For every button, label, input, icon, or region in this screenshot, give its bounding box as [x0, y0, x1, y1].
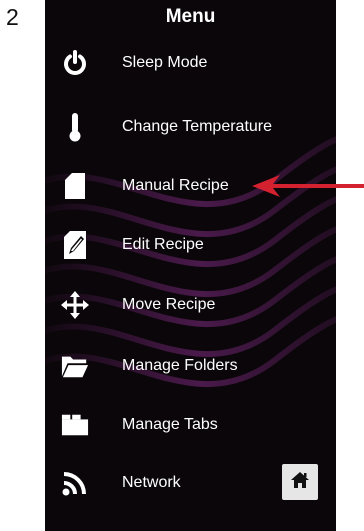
- menu-item-manage-folders[interactable]: Manage Folders: [45, 339, 336, 393]
- menu-item-sleep-mode[interactable]: Sleep Mode: [45, 36, 336, 90]
- home-icon: [290, 471, 310, 494]
- edit-document-icon: [61, 231, 89, 259]
- thermometer-icon: [61, 113, 89, 142]
- device-screen: Menu Sleep Mode Change Temperature Manua…: [45, 0, 336, 531]
- menu-item-label: Manual Recipe: [122, 177, 229, 194]
- folder-icon: [61, 352, 89, 380]
- wifi-signal-icon: [61, 469, 89, 497]
- move-arrows-icon: [61, 291, 89, 319]
- menu-title: Menu: [165, 6, 216, 27]
- menu-item-label: Sleep Mode: [122, 54, 208, 71]
- document-icon: [61, 172, 89, 200]
- power-icon: [61, 49, 89, 77]
- menu-item-label: Network: [122, 474, 181, 491]
- menu-item-label: Manage Folders: [122, 357, 238, 374]
- menu-item-label: Manage Tabs: [122, 416, 218, 433]
- callout-arrow: [252, 175, 364, 197]
- instruction-figure: 2 Menu Sleep Mode Change Temperature Man…: [0, 0, 364, 531]
- menu-item-label: Edit Recipe: [122, 236, 204, 253]
- menu-item-label: Change Temperature: [122, 118, 273, 135]
- menu-item-manage-tabs[interactable]: Manage Tabs: [45, 398, 336, 452]
- tabs-icon: [61, 411, 89, 439]
- menu-item-change-temperature[interactable]: Change Temperature: [45, 100, 336, 154]
- menu-item-move-recipe[interactable]: Move Recipe: [45, 278, 336, 332]
- step-number: 2: [6, 4, 19, 30]
- home-button[interactable]: [282, 464, 318, 500]
- menu-item-edit-recipe[interactable]: Edit Recipe: [45, 218, 336, 272]
- menu-item-label: Move Recipe: [122, 296, 216, 313]
